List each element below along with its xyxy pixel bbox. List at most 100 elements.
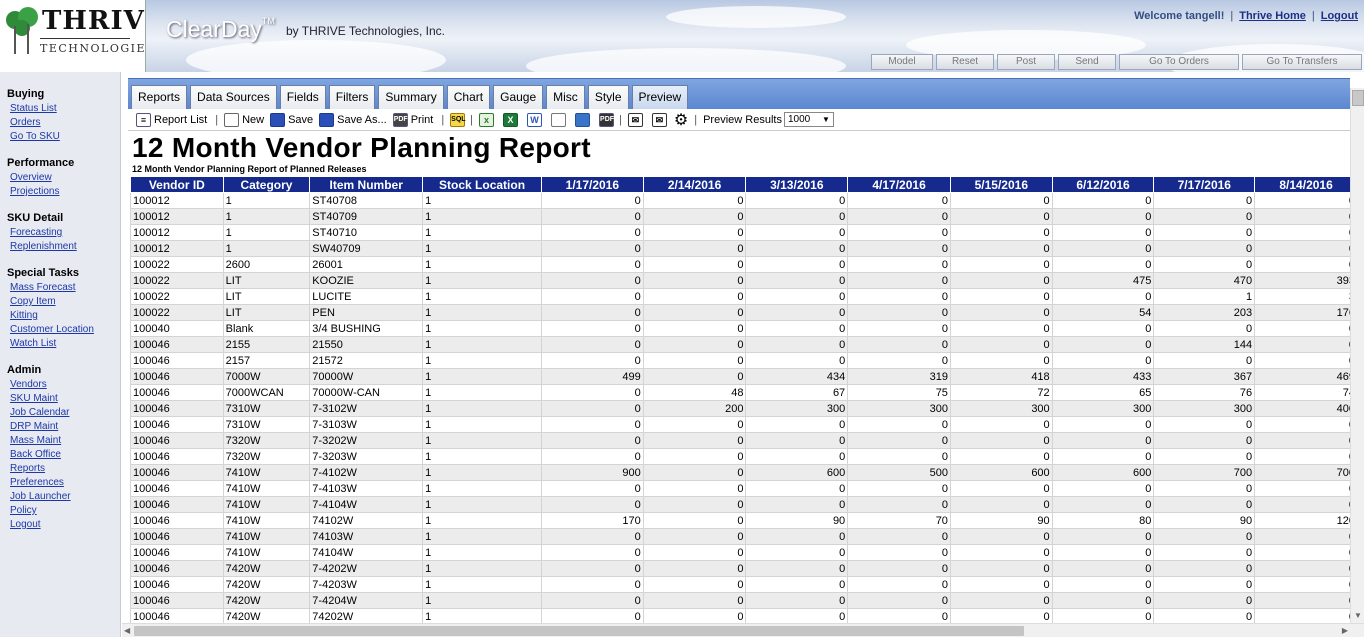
tab-chart[interactable]: Chart <box>446 85 491 109</box>
save-as-button[interactable]: Save As... <box>319 112 387 127</box>
table-cell: 0 <box>745 336 849 353</box>
post-button[interactable]: Post <box>997 54 1055 70</box>
table-cell: 0 <box>1051 416 1155 433</box>
tab-gauge[interactable]: Gauge <box>493 85 544 109</box>
column-header[interactable]: Vendor ID <box>130 176 224 193</box>
sidebar-item-orders[interactable]: Orders <box>10 116 120 130</box>
thrive-home-link[interactable]: Thrive Home <box>1239 10 1306 22</box>
table-cell: 7-3102W <box>309 400 424 417</box>
report-list-button[interactable]: ≡ Report List <box>136 112 207 127</box>
column-header[interactable]: 3/13/2016 <box>745 176 849 193</box>
table-row: 100022LITPEN10000054203176 <box>130 304 1350 321</box>
table-cell: 0 <box>949 432 1053 449</box>
table-cell: 100046 <box>130 560 224 577</box>
email-attachment-icon[interactable]: ✉ <box>651 112 667 127</box>
tab-data-sources[interactable]: Data Sources <box>190 85 277 109</box>
horizontal-scrollbar[interactable]: ◀ ▶ <box>122 623 1364 637</box>
app-header: THRIVE TECHNOLOGIES ClearDayTM by THRIVE… <box>0 0 1364 72</box>
sidebar-section-buying: Buying Status List Orders Go To SKU <box>7 88 120 144</box>
text-file-icon[interactable] <box>551 112 567 127</box>
tab-summary[interactable]: Summary <box>378 85 444 109</box>
reset-button[interactable]: Reset <box>936 54 994 70</box>
sky-banner: ClearDayTM by THRIVE Technologies, Inc. … <box>146 0 1364 72</box>
sidebar-item-sku-maint[interactable]: SKU Maint <box>10 392 120 406</box>
go-to-transfers-button[interactable]: Go To Transfers <box>1242 54 1362 70</box>
scroll-right-icon[interactable]: ▶ <box>1342 626 1348 635</box>
vertical-scroll-thumb[interactable] <box>1352 90 1364 106</box>
table-cell: 0 <box>540 240 644 257</box>
thrive-logo[interactable]: THRIVE TECHNOLOGIES <box>0 0 165 72</box>
column-header[interactable]: 1/17/2016 <box>540 176 644 193</box>
sidebar-item-watch-list[interactable]: Watch List <box>10 337 120 351</box>
table-cell: 1 <box>422 288 542 305</box>
image-export-icon[interactable] <box>575 112 591 127</box>
tab-filters[interactable]: Filters <box>328 85 376 109</box>
column-header[interactable]: 2/14/2016 <box>642 176 747 193</box>
sidebar-item-vendors[interactable]: Vendors <box>10 378 120 392</box>
tab-style[interactable]: Style <box>587 85 629 109</box>
column-header[interactable]: 7/17/2016 <box>1153 176 1256 193</box>
word-icon[interactable]: W <box>527 112 543 127</box>
column-header[interactable]: Item Number <box>309 176 424 193</box>
model-button[interactable]: Model <box>871 54 933 70</box>
scroll-down-icon[interactable]: ▼ <box>1354 611 1362 620</box>
sql-icon[interactable]: SQL <box>450 112 466 127</box>
new-button[interactable]: New <box>224 112 264 127</box>
column-header[interactable]: 4/17/2016 <box>847 176 951 193</box>
sidebar-item-copy-item[interactable]: Copy Item <box>10 295 120 309</box>
table-cell: 0 <box>1254 448 1350 465</box>
sidebar-item-projections[interactable]: Projections <box>10 185 120 199</box>
preview-results-select[interactable]: 1000 ▼ <box>783 112 834 127</box>
table-cell: 0 <box>1153 224 1256 241</box>
sidebar-item-go-to-sku[interactable]: Go To SKU <box>10 130 120 144</box>
table-row: 1000121SW40709100000000 <box>130 240 1350 257</box>
vertical-scrollbar[interactable]: ▼ <box>1350 88 1364 624</box>
sidebar-item-mass-maint[interactable]: Mass Maint <box>10 434 120 448</box>
table-cell: 7-4202W <box>309 560 424 577</box>
tab-fields[interactable]: Fields <box>279 85 326 109</box>
logout-link[interactable]: Logout <box>1321 10 1358 22</box>
column-header[interactable]: Stock Location <box>422 176 542 193</box>
sidebar-item-job-calendar[interactable]: Job Calendar <box>10 406 120 420</box>
send-button[interactable]: Send <box>1058 54 1116 70</box>
excel-icon[interactable]: X <box>503 112 519 127</box>
table-cell: 0 <box>949 336 1053 353</box>
sidebar-item-drp-maint[interactable]: DRP Maint <box>10 420 120 434</box>
sidebar-item-replenishment[interactable]: Replenishment <box>10 240 120 254</box>
sidebar-item-policy[interactable]: Policy <box>10 504 120 518</box>
sidebar-item-job-launcher[interactable]: Job Launcher <box>10 490 120 504</box>
tab-reports[interactable]: Reports <box>131 85 188 109</box>
print-button[interactable]: PDF Print <box>392 112 433 127</box>
table-cell: 0 <box>642 272 747 289</box>
export-csv-icon[interactable]: x <box>479 112 495 127</box>
column-header[interactable]: Category <box>222 176 311 193</box>
sidebar-item-kitting[interactable]: Kitting <box>10 309 120 323</box>
tab-preview[interactable]: Preview <box>631 85 689 109</box>
gear-icon[interactable]: ⚙ <box>674 110 688 130</box>
table-cell: 0 <box>642 544 747 561</box>
go-to-orders-button[interactable]: Go To Orders <box>1119 54 1239 70</box>
table-cell: 0 <box>1051 192 1155 209</box>
column-header[interactable]: 5/15/2016 <box>949 176 1053 193</box>
table-row: 10004621552155010000001440 <box>130 336 1350 353</box>
sidebar-item-logout[interactable]: Logout <box>10 518 120 532</box>
sidebar-item-customer-location[interactable]: Customer Location <box>10 323 120 337</box>
sidebar-item-overview[interactable]: Overview <box>10 171 120 185</box>
sidebar-item-back-office[interactable]: Back Office <box>10 448 120 462</box>
horizontal-scroll-thumb[interactable] <box>134 626 1024 636</box>
pdf-icon[interactable]: PDF <box>599 112 615 127</box>
sidebar-item-mass-forecast[interactable]: Mass Forecast <box>10 281 120 295</box>
table-cell: 21550 <box>309 336 424 353</box>
scroll-left-icon[interactable]: ◀ <box>124 626 130 635</box>
save-button[interactable]: Save <box>270 112 313 127</box>
email-icon[interactable]: ✉ <box>627 112 643 127</box>
column-header[interactable]: 6/12/2016 <box>1051 176 1155 193</box>
sidebar-item-forecasting[interactable]: Forecasting <box>10 226 120 240</box>
sidebar-item-reports[interactable]: Reports <box>10 462 120 476</box>
tab-misc[interactable]: Misc <box>546 85 585 109</box>
sidebar-item-preferences[interactable]: Preferences <box>10 476 120 490</box>
table-cell: 1 <box>422 208 542 225</box>
column-header[interactable]: 8/14/2016 <box>1254 176 1350 193</box>
table-cell: 0 <box>949 576 1053 593</box>
sidebar-item-status-list[interactable]: Status List <box>10 102 120 116</box>
